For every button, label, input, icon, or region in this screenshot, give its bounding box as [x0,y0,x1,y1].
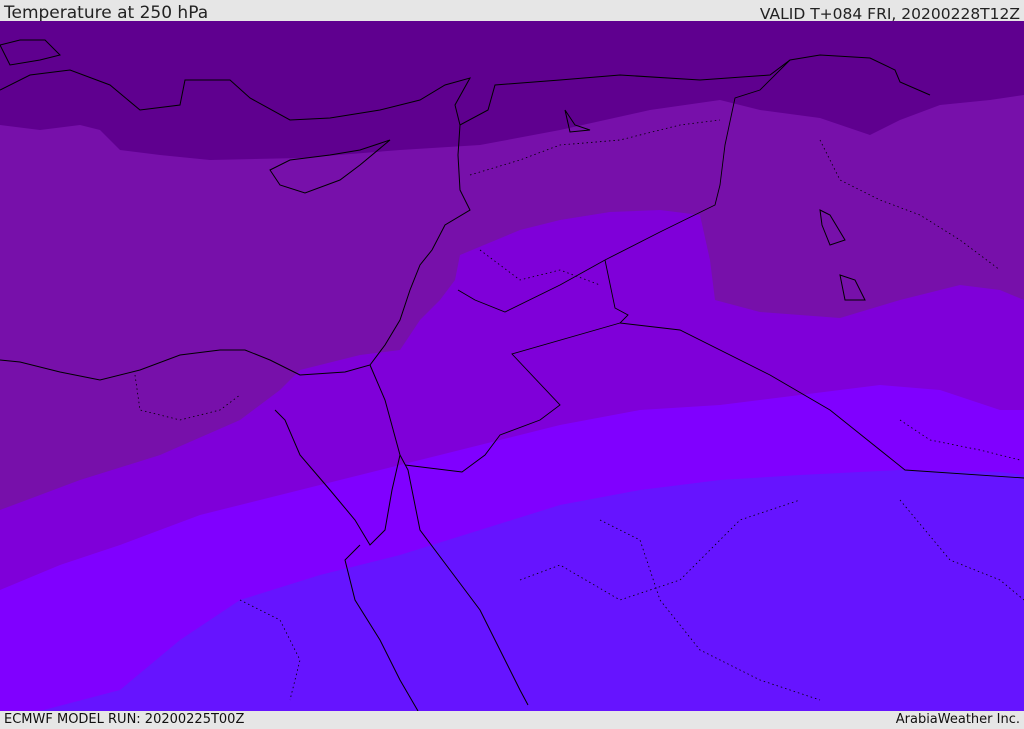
temperature-map[interactable] [0,21,1024,711]
map-canvas [0,21,1024,711]
map-footer: ECMWF MODEL RUN: 20200225T00Z ArabiaWeat… [0,711,1024,729]
map-title: Temperature at 250 hPa [4,3,209,23]
credit-label: ArabiaWeather Inc. [895,712,1020,727]
model-run-label: ECMWF MODEL RUN: 20200225T00Z [4,712,245,727]
map-header: Temperature at 250 hPa VALID T+084 FRI, … [0,0,1024,23]
